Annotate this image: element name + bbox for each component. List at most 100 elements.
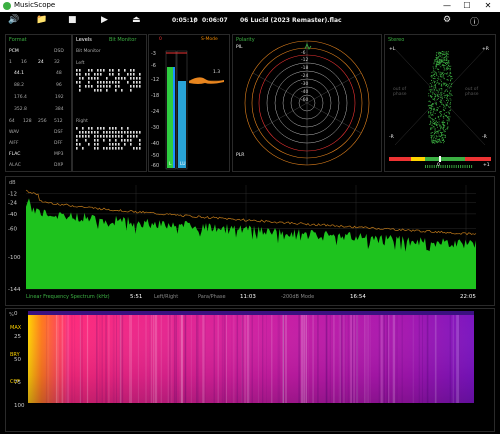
spectrogram-streak bbox=[277, 315, 279, 403]
maximize-button[interactable]: ☐ bbox=[460, 1, 474, 10]
spectrogram-streak bbox=[226, 315, 227, 403]
stereo-dot bbox=[446, 79, 448, 80]
stereo-dot bbox=[441, 132, 443, 133]
level-meter: -3 -6 -12 -18 -24 -30 -40 -50 -60 bbox=[151, 50, 224, 170]
stereo-dot bbox=[434, 113, 436, 114]
mode-left-right[interactable]: Left/Right bbox=[154, 294, 178, 300]
stop-icon[interactable]: ■ bbox=[68, 15, 77, 25]
stereo-dot bbox=[435, 138, 437, 140]
stereo-dot bbox=[441, 72, 443, 74]
stereo-dot bbox=[434, 129, 436, 131]
polar-display: -6-12 -18 -24 -30 -40 -60 bbox=[244, 40, 370, 166]
stereo-dot bbox=[446, 94, 448, 95]
stereo-dot bbox=[440, 127, 442, 128]
stereo-dot bbox=[431, 96, 433, 97]
minimize-button[interactable]: — bbox=[440, 1, 454, 10]
spectrum-y-tick: -24 bbox=[8, 200, 17, 206]
balance-tick bbox=[429, 165, 431, 168]
stereo-dot bbox=[449, 65, 450, 67]
spectrogram-streak bbox=[46, 315, 47, 403]
stereo-dot bbox=[441, 138, 443, 140]
stereo-dot bbox=[429, 107, 430, 109]
bit-dot bbox=[118, 73, 120, 76]
stereo-dot bbox=[440, 79, 442, 81]
stereo-dot bbox=[444, 73, 446, 75]
volume-icon[interactable]: 🔊 bbox=[8, 15, 19, 25]
stereo-dot bbox=[446, 51, 448, 53]
stereo-dot bbox=[435, 87, 436, 89]
stereo-dot bbox=[439, 83, 441, 85]
spectrogram-streak bbox=[383, 315, 385, 403]
bit-dot bbox=[88, 81, 90, 84]
mode-200db[interactable]: -200dB Mode bbox=[281, 294, 314, 300]
polar-ring-label: -6 bbox=[301, 50, 306, 56]
bit-monitor-tab[interactable]: Bit Monitor bbox=[109, 37, 136, 43]
spectrogram-streak bbox=[388, 315, 390, 403]
stereo-dot bbox=[439, 124, 441, 126]
meter-zero-label: 0 bbox=[159, 37, 162, 42]
bit-dot bbox=[124, 69, 126, 72]
eject-icon[interactable]: ⏏ bbox=[132, 15, 141, 25]
percent-label: % bbox=[9, 312, 14, 318]
stereo-dot bbox=[438, 53, 440, 55]
bit-dot bbox=[97, 89, 99, 92]
bit-dot bbox=[130, 139, 132, 142]
stereo-dot bbox=[441, 91, 443, 93]
stereo-dot bbox=[432, 103, 434, 105]
rate-352-8: 352.8 bbox=[14, 107, 27, 112]
bit-dot bbox=[76, 139, 78, 142]
close-button[interactable]: ✕ bbox=[481, 1, 495, 10]
meter-scale-label: -40 bbox=[151, 141, 159, 147]
balance-tick bbox=[462, 165, 464, 168]
bit-dot bbox=[76, 127, 78, 130]
open-folder-icon[interactable]: 📁 bbox=[36, 15, 47, 25]
spectrogram-streak bbox=[266, 315, 267, 403]
stereo-dot bbox=[440, 73, 442, 75]
stereo-dot bbox=[437, 92, 439, 94]
settings-gear-icon[interactable]: ⚙ bbox=[443, 15, 451, 25]
stereo-dot bbox=[430, 128, 431, 130]
spectrogram-streak bbox=[382, 315, 384, 403]
mode-para-phase[interactable]: Para/Phase bbox=[198, 294, 226, 300]
spectrum-display: -12 -24 -40 -60 -100 -144 5:51 11:03 16:54 22:05 bbox=[8, 185, 476, 300]
spectrogram-streak bbox=[86, 315, 88, 403]
stereo-dot bbox=[443, 58, 445, 60]
stereo-dot bbox=[431, 125, 433, 126]
format-title: Format bbox=[9, 37, 27, 43]
stereo-dot bbox=[428, 111, 430, 113]
stereo-dot bbox=[450, 93, 452, 95]
stereo-dot bbox=[439, 89, 441, 91]
stereo-dot bbox=[440, 132, 441, 133]
stereo-dot bbox=[439, 106, 441, 107]
stereo-dot bbox=[438, 63, 440, 64]
s-mode-label[interactable]: S-Mode bbox=[201, 37, 218, 42]
stereo-dot bbox=[441, 65, 443, 66]
stereo-dot bbox=[451, 82, 453, 84]
spectrogram-streak bbox=[386, 315, 389, 403]
bit-dot bbox=[97, 69, 99, 72]
stereo-dot bbox=[443, 138, 444, 140]
stereo-dot bbox=[447, 116, 448, 118]
stereo-dot bbox=[428, 89, 430, 91]
stereo-dot bbox=[447, 99, 449, 101]
spectrogram-streak bbox=[298, 315, 300, 403]
bit-dot bbox=[112, 147, 114, 150]
bit-dot bbox=[112, 135, 114, 138]
fmt-dsf: DSF bbox=[54, 130, 63, 135]
stereo-dot bbox=[432, 127, 434, 129]
play-icon[interactable]: ▶ bbox=[101, 15, 108, 25]
stereo-dot bbox=[435, 121, 437, 123]
spectrogram-streak bbox=[457, 315, 460, 403]
stereo-dot bbox=[433, 142, 435, 143]
bit-dot bbox=[106, 85, 108, 88]
bit-dot bbox=[130, 77, 132, 80]
stereo-dot bbox=[444, 56, 446, 58]
spectrum-caption: Linear Frequency Spectrum (kHz) bbox=[26, 294, 110, 300]
stereo-dot bbox=[448, 74, 450, 76]
stereo-dot bbox=[432, 74, 434, 76]
spectrogram-streak bbox=[61, 315, 64, 403]
stereo-dot bbox=[434, 124, 436, 125]
info-icon[interactable]: ⓘ bbox=[470, 15, 479, 28]
levels-tab[interactable]: Levels bbox=[76, 37, 92, 43]
spectrogram-streak bbox=[392, 315, 393, 403]
